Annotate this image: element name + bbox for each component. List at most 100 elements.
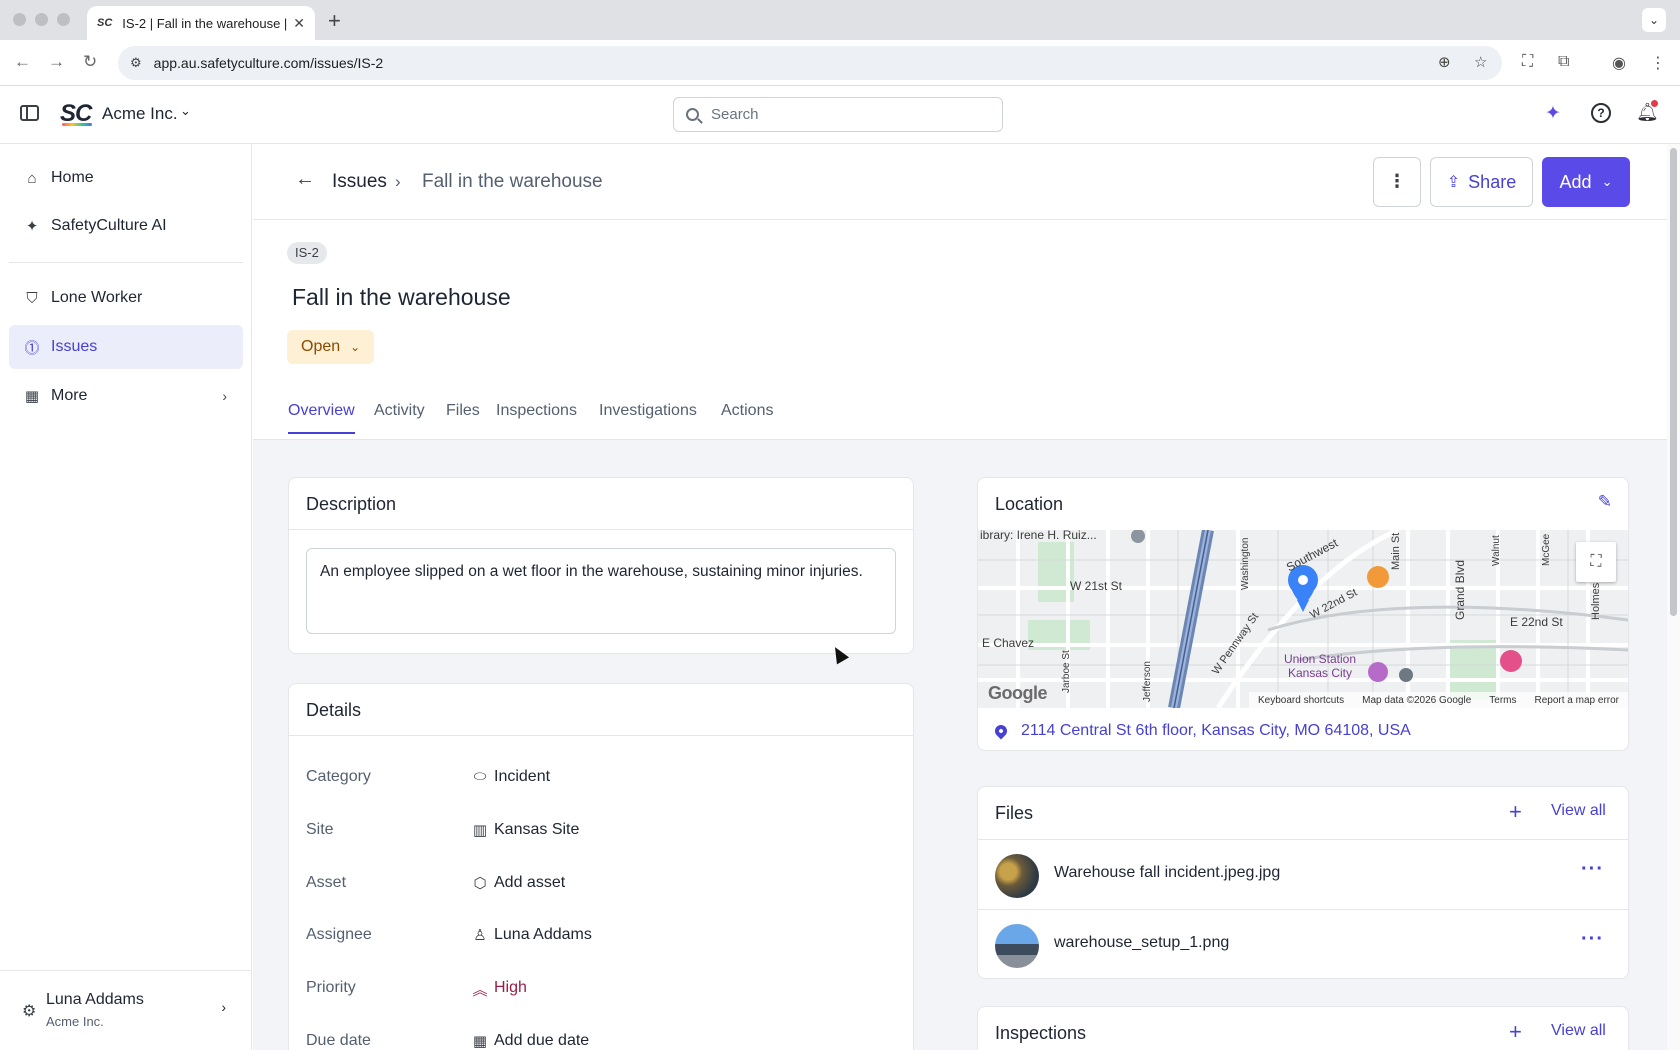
location-address-link[interactable]: 2114 Central St 6th floor, Kansas City, … (992, 722, 1411, 740)
detail-value: Luna Addams (494, 926, 592, 943)
map-label: Main St (1390, 532, 1402, 570)
detail-label: Due date (306, 1032, 371, 1049)
inspections-view-all-link[interactable]: View all (1551, 1022, 1606, 1040)
screen-capture-icon[interactable]: ⛶ (1522, 53, 1533, 71)
chevron-down-icon[interactable]: ⌄ (180, 103, 191, 119)
tab-inspections[interactable]: Inspections (496, 402, 577, 432)
tab-overview[interactable]: Overview (288, 402, 355, 434)
org-switcher[interactable]: Acme Inc. (102, 104, 178, 124)
map-label: Grand Blvd (1453, 559, 1467, 620)
back-arrow-icon[interactable]: ← (14, 52, 31, 72)
more-options-button[interactable]: ⋮ (1373, 157, 1421, 207)
tab-files[interactable]: Files (446, 402, 480, 432)
breadcrumb-issues-link[interactable]: Issues (332, 171, 387, 193)
map-label: W 21st St (1070, 579, 1123, 593)
add-inspection-plus-icon[interactable]: + (1509, 1019, 1522, 1045)
detail-row-category[interactable]: Category ⬭ Incident (289, 763, 913, 793)
share-button[interactable]: ⇪ Share (1430, 157, 1533, 207)
map-pin-icon (992, 722, 1010, 740)
detail-row-due-date[interactable]: Due date ▦ Add due date (289, 1027, 913, 1050)
sidebar-item-label: SafetyCulture AI (51, 217, 167, 234)
notification-badge (1651, 100, 1658, 107)
ai-sparkle-icon[interactable]: ✦ (1545, 102, 1561, 125)
map-label: Washington (1240, 537, 1251, 590)
file-row[interactable]: Warehouse fall incident.jpeg.jpg ··· (978, 839, 1628, 909)
add-file-plus-icon[interactable]: + (1509, 799, 1522, 825)
add-button[interactable]: Add ⌄ (1542, 157, 1630, 207)
status-dropdown[interactable]: Open ⌄ (287, 330, 375, 364)
reload-icon[interactable]: ↻ (83, 52, 97, 72)
tab-search-chevron-icon[interactable]: ⌄ (1642, 8, 1666, 32)
detail-row-assignee[interactable]: Assignee ♙ Luna Addams (289, 921, 913, 951)
tab-title: IS-2 | Fall in the warehouse | S (122, 15, 288, 31)
help-icon[interactable]: ? (1591, 103, 1611, 123)
detail-row-priority[interactable]: Priority ︽ High (289, 974, 913, 1004)
scrollbar-thumb[interactable] (1670, 148, 1677, 616)
tab-investigations[interactable]: Investigations (599, 402, 697, 432)
window-close-button[interactable] (13, 13, 26, 26)
site-info-icon[interactable]: ⚙ (130, 55, 142, 71)
safetyculture-logo[interactable]: SC (60, 100, 92, 128)
file-more-icon[interactable]: ··· (1581, 928, 1604, 951)
google-logo: Google (988, 683, 1048, 703)
detail-row-asset[interactable]: Asset ⬡ Add asset (289, 869, 913, 899)
map-fullscreen-icon[interactable]: ⛶ (1576, 542, 1616, 582)
map-label: Jarboe St (1061, 650, 1072, 693)
search-input[interactable]: Search (673, 97, 1003, 132)
browser-menu-icon[interactable]: ⋮ (1650, 53, 1666, 73)
forward-arrow-icon[interactable]: → (48, 52, 65, 72)
page-title[interactable]: Fall in the warehouse (292, 284, 511, 311)
browser-tab[interactable]: SC IS-2 | Fall in the warehouse | S ✕ (87, 6, 315, 40)
sidebar-item-issues[interactable]: ⓵ Issues (9, 325, 243, 369)
sidebar-toggle-icon[interactable] (20, 105, 39, 121)
pencil-edit-icon[interactable]: ✎ (1598, 492, 1612, 512)
file-name: Warehouse fall incident.jpeg.jpg (1054, 864, 1281, 881)
browser-toolbar: ← → ↻ ⚙ app.au.safetyculture.com/issues/… (0, 40, 1680, 86)
detail-row-site[interactable]: Site ▥ Kansas Site (289, 816, 913, 846)
chevron-down-icon: ⌄ (1601, 174, 1613, 189)
url-text: app.au.safetyculture.com/issues/IS-2 (153, 55, 384, 71)
window-zoom-button[interactable] (57, 13, 70, 26)
sidebar-item-home[interactable]: ⌂ Home (9, 156, 243, 200)
back-arrow-icon[interactable]: ← (295, 168, 315, 191)
map-label: E Chavez (982, 636, 1035, 650)
description-field[interactable]: An employee slipped on a wet floor in th… (306, 548, 896, 634)
tab-close-icon[interactable]: ✕ (293, 15, 305, 32)
inspections-card: Inspections + View all (977, 1006, 1629, 1050)
card-header: Description (289, 478, 913, 530)
new-tab-icon[interactable]: + (328, 8, 341, 34)
map-label: ibrary: Irene H. Ruiz... (980, 530, 1097, 542)
tab-actions[interactable]: Actions (721, 402, 773, 432)
user-menu[interactable]: ⚙ Luna Addams Acme Inc. › (0, 970, 252, 1050)
sidebar-item-label: Lone Worker (51, 289, 143, 306)
file-more-icon[interactable]: ··· (1581, 858, 1604, 881)
user-org: Acme Inc. (46, 1014, 104, 1029)
tab-activity[interactable]: Activity (374, 402, 425, 432)
bookmark-star-icon[interactable]: ☆ (1474, 53, 1487, 71)
map-label: McGee (1541, 533, 1552, 566)
sidebar-item-label: Issues (51, 338, 98, 355)
user-name: Luna Addams (46, 991, 144, 1008)
url-bar[interactable]: ⚙ app.au.safetyculture.com/issues/IS-2 ⊕… (118, 46, 1502, 80)
breadcrumb: ← Issues › Fall in the warehouse ⋮ ⇪ Sha… (253, 144, 1667, 220)
sidebar-item-safetyculture-ai[interactable]: ✦ SafetyCulture AI (9, 204, 243, 248)
chevron-down-icon: ⌄ (350, 340, 361, 354)
search-icon (686, 108, 699, 121)
location-title: Location (995, 494, 1064, 514)
extensions-icon[interactable]: ⧉ (1558, 53, 1569, 71)
sidebar-item-lone-worker[interactable]: ⛉ Lone Worker (9, 276, 243, 320)
report-map-error-link[interactable]: Report a map error (1535, 695, 1619, 706)
zoom-icon[interactable]: ⊕ (1438, 53, 1451, 71)
file-thumbnail (995, 854, 1039, 898)
files-view-all-link[interactable]: View all (1551, 802, 1606, 820)
location-map[interactable]: ibrary: Irene H. Ruiz... W 21st St E Cha… (978, 530, 1628, 708)
detail-value: Add asset (494, 874, 566, 891)
window-minimize-button[interactable] (35, 13, 48, 26)
keyboard-shortcuts-link[interactable]: Keyboard shortcuts (1258, 695, 1344, 706)
map-label: Jefferson (1142, 661, 1153, 702)
details-card: Details Category ⬭ Incident Site ▥ Kansa… (288, 683, 914, 1050)
sidebar-item-more[interactable]: ▦ More › (9, 374, 243, 418)
terms-link[interactable]: Terms (1489, 695, 1516, 706)
file-row[interactable]: warehouse_setup_1.png ··· (978, 909, 1628, 979)
profile-icon[interactable]: ◉ (1612, 53, 1626, 73)
